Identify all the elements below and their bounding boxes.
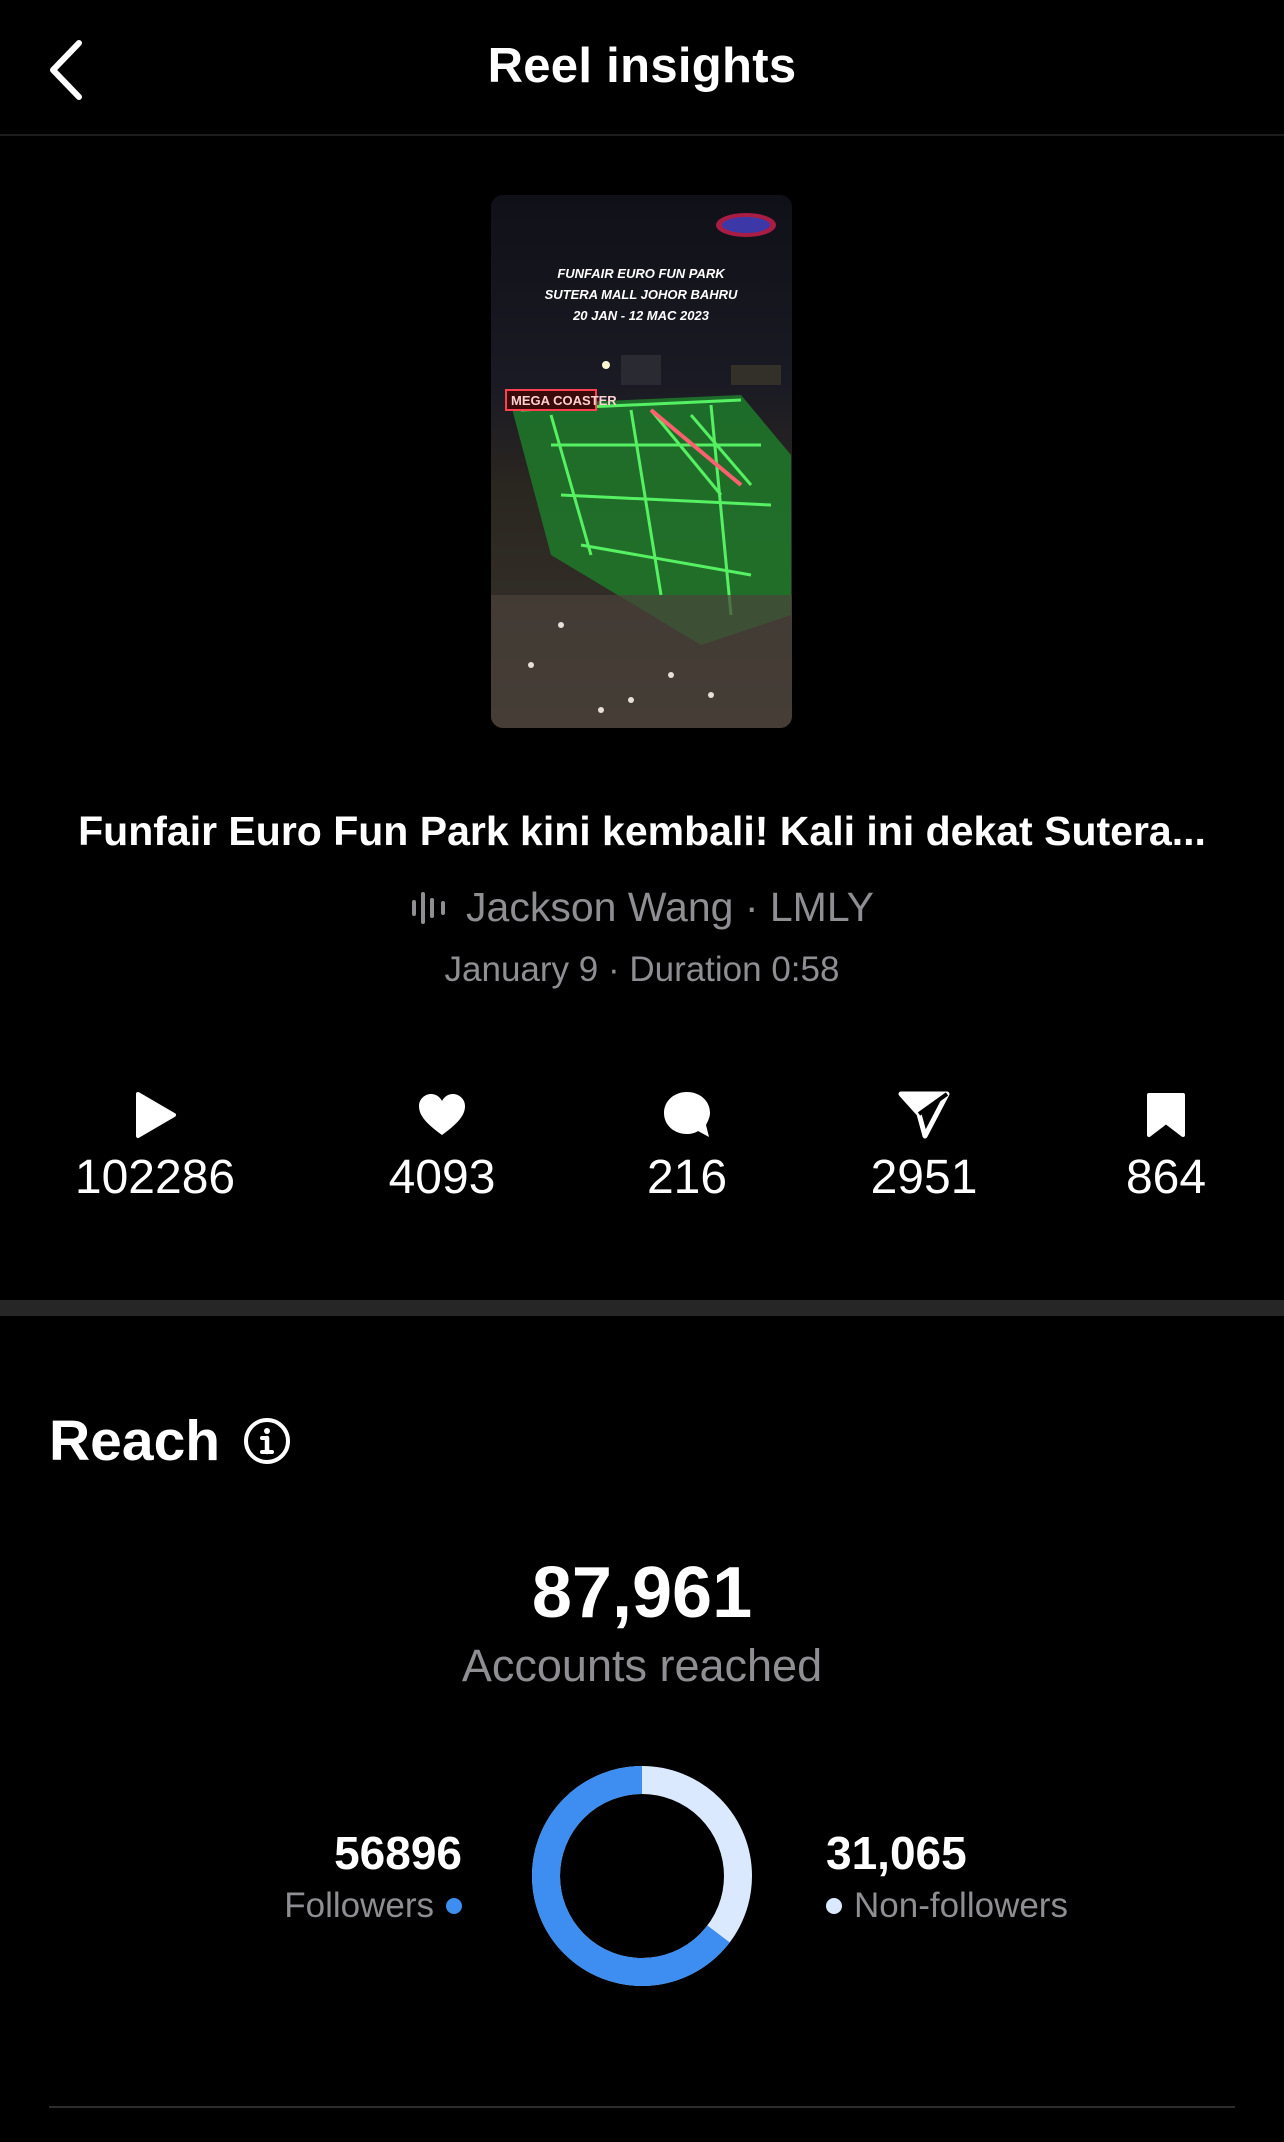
reach-header: Reach xyxy=(49,1408,292,1474)
reach-donut-chart xyxy=(532,1766,752,1986)
nonfollowers-label: Non-followers xyxy=(854,1886,1068,1925)
stat-value: 102286 xyxy=(74,1151,236,1204)
reel-caption: Funfair Euro Fun Park kini kembali! Kali… xyxy=(78,808,1206,854)
stat-value: 864 xyxy=(1125,1151,1207,1204)
stat-likes: 4093 xyxy=(322,1088,562,1205)
stat-value: 2951 xyxy=(870,1151,978,1204)
reel-meta: January 9 · Duration 0:58 xyxy=(444,950,840,989)
stat-value: 216 xyxy=(646,1151,728,1204)
stat-value: 4093 xyxy=(388,1151,496,1204)
followers-segment: 56896 Followers xyxy=(284,1826,462,1926)
audio-track[interactable]: Jackson Wang · LMLY xyxy=(0,884,1284,931)
reel-thumbnail[interactable]: MEGA COASTER FUNFAIR EURO FUN PARK SUTER… xyxy=(491,195,792,728)
info-icon[interactable] xyxy=(242,1416,292,1466)
accounts-reached-label: Accounts reached xyxy=(461,1640,823,1691)
page-title: Reel insights xyxy=(487,39,797,93)
stat-plays: 102286 xyxy=(35,1088,275,1205)
followers-label: Followers xyxy=(284,1886,434,1925)
nonfollowers-legend-dot xyxy=(826,1898,842,1914)
audio-label: Jackson Wang · LMLY xyxy=(466,884,874,930)
stat-shares: 2951 xyxy=(804,1088,1044,1205)
section-divider xyxy=(0,1300,1284,1316)
followers-legend-dot xyxy=(446,1898,462,1914)
accounts-reached-value: 87,961 xyxy=(531,1553,753,1633)
heart-icon xyxy=(419,1094,465,1135)
thumbnail-text-2: SUTERA MALL JOHOR BAHRU xyxy=(545,287,738,302)
followers-value: 56896 xyxy=(334,1827,462,1879)
top-bar: Reel insights xyxy=(0,0,1284,136)
play-icon xyxy=(136,1092,176,1138)
thumbnail-text-3: 20 JAN - 12 MAC 2023 xyxy=(572,308,710,323)
reach-title: Reach xyxy=(49,1409,221,1473)
nonfollowers-segment: 31,065 Non-followers xyxy=(826,1826,1068,1926)
section-divider-bottom xyxy=(49,2106,1235,2108)
comment-icon xyxy=(664,1092,710,1137)
audio-waveform-icon xyxy=(412,891,446,924)
share-icon xyxy=(898,1091,950,1139)
stat-comments: 216 xyxy=(567,1088,807,1205)
nonfollowers-value: 31,065 xyxy=(826,1827,967,1879)
stat-saves: 864 xyxy=(1046,1088,1284,1205)
thumbnail-text-1: FUNFAIR EURO FUN PARK xyxy=(557,266,726,281)
svg-text:MEGA COASTER: MEGA COASTER xyxy=(511,393,617,408)
bookmark-icon xyxy=(1147,1093,1185,1137)
